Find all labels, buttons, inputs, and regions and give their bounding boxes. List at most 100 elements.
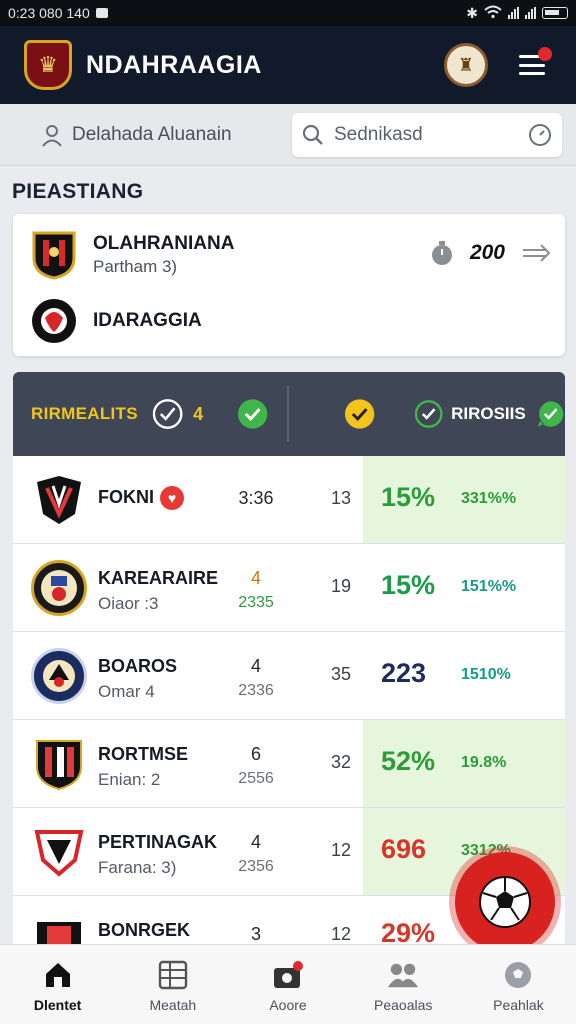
camera-icon	[272, 959, 304, 991]
club-sub: Farana: 3)	[98, 858, 177, 877]
team-2-crest-icon	[32, 299, 76, 343]
played-sub-value: 2556	[238, 770, 274, 787]
percentage-value: 15%	[381, 570, 436, 600]
club-name: RORTMSE	[98, 744, 188, 764]
played-sub-value: 2356	[238, 858, 274, 875]
app-title: NDAHRAAGIA	[86, 50, 262, 79]
percentage-value: 29%	[381, 918, 436, 944]
home-icon	[42, 959, 74, 991]
nav-item-home[interactable]: Dlentet	[0, 945, 115, 1024]
header-label-ratios: RIROSIIS	[451, 404, 526, 423]
nav-label: Aoore	[269, 997, 307, 1013]
team-icon	[387, 959, 419, 991]
table-row[interactable]: BOAROS Omar 4 4 2336 35 223 1510%	[13, 632, 565, 720]
timer-icon	[431, 241, 452, 265]
nav-label: Meatah	[149, 997, 197, 1013]
check-circle-icon[interactable]	[152, 398, 183, 430]
table-row[interactable]: RORTMSE Enian: 2 6 2556 32 52% 19.8%	[13, 720, 565, 808]
nav-item-ball[interactable]: Peahlak	[461, 945, 576, 1024]
notification-dot	[538, 47, 552, 61]
played-value: 6	[250, 744, 261, 764]
bottom-nav: Dlentet Meatah Aoore Peaoalas Peahlak	[0, 944, 576, 1024]
nav-label: Peahlak	[493, 997, 544, 1013]
points-value: 35	[330, 664, 352, 684]
ball-icon	[502, 959, 534, 991]
club-name: BOAROS	[98, 656, 178, 676]
ratio-value: 19.8%	[461, 754, 507, 771]
played-value: 3	[250, 924, 261, 944]
nav-item-players[interactable]: Peaoalas	[346, 945, 461, 1024]
ratio-value: 151%%	[461, 578, 517, 595]
club-sub: Omar 4	[98, 682, 155, 701]
app-bar: ♛ NDAHRAAGIA ♜	[0, 26, 576, 104]
arrow-right-icon[interactable]	[521, 243, 551, 263]
percentage-value: 52%	[381, 746, 436, 776]
club-name: KAREARAIRE	[98, 568, 219, 588]
chat-check-icon[interactable]	[536, 399, 565, 429]
nav-label: Peaoalas	[374, 997, 433, 1013]
played-value: 4	[250, 832, 261, 852]
heart-icon[interactable]: ♥	[160, 486, 184, 510]
played-value: 3:36	[238, 488, 274, 508]
team-1-name: OLAHRANIANA	[93, 233, 235, 254]
percentage-value: 223	[381, 658, 427, 688]
played-value: 4	[250, 656, 261, 676]
match-team-2: IDARAGGIA	[31, 298, 202, 344]
table-header: RIRMEALITS 4 RIROSIIS	[13, 372, 565, 456]
status-bar: 0:23 080 140 ✱	[0, 0, 576, 26]
club-logo-icon	[31, 912, 87, 944]
nav-item-score[interactable]: Aoore	[230, 945, 345, 1024]
table-row[interactable]: KAREARAIRE Oiaor :3 4 2335 19 15% 151%%	[13, 544, 565, 632]
team-1-sub: Partham 3)	[93, 257, 178, 276]
ratio-value: 1510%	[461, 666, 511, 683]
user-selector[interactable]: Delahada Aluanain	[14, 113, 276, 157]
played-value: 4	[250, 568, 261, 588]
points-value: 12	[330, 840, 352, 860]
menu-button[interactable]	[512, 45, 552, 85]
club-badge-icon[interactable]: ♜	[444, 43, 488, 87]
club-logo-icon	[31, 736, 87, 792]
outline-check-icon[interactable]	[414, 399, 443, 429]
signal-icon-2	[525, 7, 536, 19]
percentage-value: 15%	[381, 482, 436, 512]
search-input[interactable]: Sednikasd	[292, 112, 562, 157]
app-crest-logo: ♛	[24, 40, 72, 90]
points-value: 32	[330, 752, 352, 772]
search-icon	[302, 124, 323, 145]
match-card[interactable]: OLAHRANIANA Partham 3) IDARAGGIA 200	[13, 214, 565, 356]
search-placeholder: Sednikasd	[334, 123, 423, 145]
header-divider	[287, 386, 289, 442]
user-label: Delahada Aluanain	[72, 123, 232, 145]
percentage-value: 696	[381, 834, 427, 864]
status-time: 0:23 080 140	[8, 5, 90, 21]
club-logo-icon	[31, 472, 87, 528]
green-check-icon[interactable]	[237, 398, 268, 430]
club-logo-icon	[31, 560, 87, 616]
club-logo-icon	[31, 648, 87, 704]
signal-icon	[508, 7, 519, 19]
soccer-ball-icon	[479, 876, 531, 928]
nav-item-match[interactable]: Meatah	[115, 945, 230, 1024]
club-sub: Oiaor :3	[98, 594, 159, 613]
header-count: 4	[193, 403, 204, 424]
user-icon	[42, 124, 62, 147]
match-team-1: OLAHRANIANA Partham 3)	[31, 230, 234, 280]
match-card-score-area: 200	[430, 240, 551, 266]
search-row: Delahada Aluanain Sednikasd	[0, 104, 576, 166]
nav-label: Dlentet	[33, 997, 82, 1013]
app-notification-icon	[95, 8, 108, 18]
table-row[interactable]: FOKNI ♥ 3:36 13 15% 331%%	[13, 456, 565, 544]
club-name: PERTINAGAK	[98, 832, 218, 852]
section-title: PIEASTIANG	[12, 180, 144, 203]
soccer-ball-fab[interactable]	[455, 852, 555, 952]
yellow-check-icon[interactable]	[344, 398, 375, 430]
clock-icon[interactable]	[528, 123, 552, 147]
club-name: FOKNI ♥	[98, 486, 184, 510]
header-label-results: RIRMEALITS	[31, 404, 138, 423]
bluetooth-icon: ✱	[466, 4, 478, 21]
battery-icon	[542, 7, 568, 19]
played-sub-value: 2336	[238, 682, 274, 699]
points-value: 12	[330, 924, 352, 944]
club-sub: Enian: 2	[98, 770, 161, 789]
points-value: 13	[330, 488, 352, 508]
